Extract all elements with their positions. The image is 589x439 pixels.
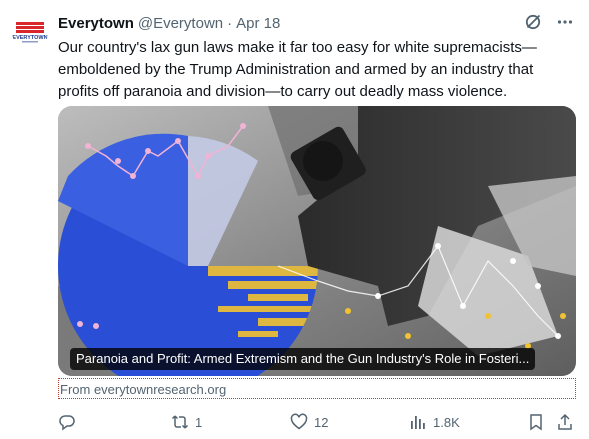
views-count: 1.8K [433,414,460,430]
reply-button[interactable] [58,410,82,434]
bookmark-icon [530,414,542,431]
handle[interactable]: @Everytown [138,15,223,32]
card-caption[interactable]: Paranoia and Profit: Armed Extremism and… [70,348,536,370]
tweet[interactable]: EVERYTOWN Everytown @Everytown · Apr 18 … [0,0,589,439]
retweet-count: 1 [195,414,203,430]
views-icon [411,416,425,429]
views-button[interactable]: 1.8K [409,410,460,434]
tweet-date[interactable]: Apr 18 [236,15,280,32]
retweet-icon [171,415,189,429]
more-icon[interactable] [555,12,575,32]
tweet-text: Our country's lax gun laws make it far t… [58,39,537,100]
display-name[interactable]: Everytown [58,15,134,32]
card-image [58,106,576,376]
like-button[interactable]: 12 [290,410,328,434]
tweet-header: Everytown @Everytown · Apr 18 [58,12,280,34]
avatar-text: EVERYTOWN [12,35,47,41]
separator: · [227,14,233,32]
retweet-button[interactable]: 1 [171,410,202,434]
avatar[interactable]: EVERYTOWN [12,14,48,50]
bookmark-button[interactable] [527,410,545,434]
share-icon [558,413,572,430]
header-icons [523,12,575,32]
share-button[interactable] [556,410,574,434]
like-count: 12 [314,414,329,430]
link-card[interactable]: Paranoia and Profit: Armed Extremism and… [58,106,576,376]
tweet-actions: 1 12 1.8K [58,410,578,434]
reply-icon [59,415,75,431]
everytown-logo: EVERYTOWN [12,22,48,43]
card-source[interactable]: From everytownresearch.org [58,378,576,399]
like-icon [290,413,308,430]
grok-icon[interactable] [523,12,543,32]
